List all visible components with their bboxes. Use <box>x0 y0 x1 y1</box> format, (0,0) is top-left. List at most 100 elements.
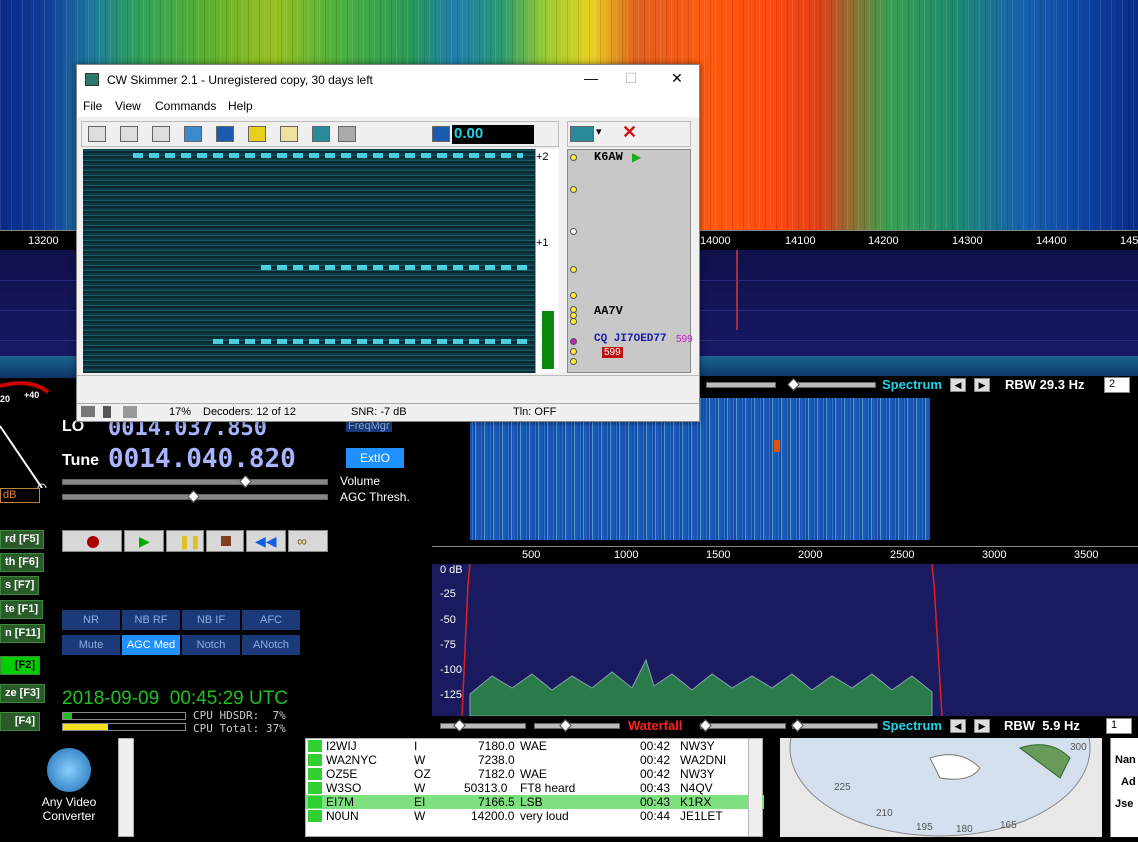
fkey-button[interactable]: [F4] <box>0 712 40 731</box>
fkey-button[interactable]: rd [F5] <box>0 530 45 549</box>
record-button[interactable] <box>62 530 122 552</box>
app-icon <box>85 73 99 86</box>
spot-dot[interactable] <box>570 228 577 235</box>
menu-commands[interactable]: Commands <box>155 99 216 113</box>
rbw-number[interactable]: 2 <box>1104 377 1130 393</box>
ruler-icon[interactable] <box>248 126 266 142</box>
menu-file[interactable]: File <box>83 99 102 113</box>
table-row[interactable]: N0UN W 14200.0 very loud 00:44 JE1LET <box>306 809 764 823</box>
arrow-right-icon[interactable]: ▶ <box>974 719 990 733</box>
tune-frequency[interactable]: 0014.040.820 <box>108 444 296 474</box>
stop-button[interactable] <box>206 530 244 552</box>
maximize-icon[interactable]: ☐ <box>617 70 645 90</box>
nr-button[interactable]: NR <box>62 610 120 630</box>
rbw-number[interactable]: 1 <box>1106 718 1132 734</box>
fkey-button[interactable]: ze [F3] <box>0 684 45 703</box>
spot-dot[interactable] <box>570 318 577 325</box>
spot-dot[interactable] <box>570 348 577 355</box>
fkey-button[interactable]: s [F7] <box>0 576 40 595</box>
callsign[interactable]: AA7V <box>594 304 623 318</box>
fkey-button[interactable]: n [F11] <box>0 624 46 643</box>
spot-dot[interactable] <box>570 154 577 161</box>
agc-med-button[interactable]: AGC Med <box>122 635 180 655</box>
slider[interactable] <box>791 719 878 732</box>
fkey-button[interactable]: te [F1] <box>0 600 43 619</box>
fkey-button[interactable]: th [F6] <box>0 553 44 572</box>
slider-knob[interactable] <box>453 719 466 732</box>
spot-dot[interactable] <box>570 266 577 273</box>
spot-dot[interactable] <box>570 292 577 299</box>
sort-icon[interactable] <box>432 126 450 142</box>
speaker-icon[interactable] <box>152 126 170 142</box>
title-bar[interactable]: CW Skimmer 2.1 - Unregistered copy, 30 d… <box>77 65 699 95</box>
slider[interactable] <box>440 719 526 732</box>
table-row[interactable]: I2WIJ I 7180.0 WAE 00:42 NW3Y <box>306 739 764 753</box>
tape-icon[interactable] <box>120 126 138 142</box>
notes-icon[interactable] <box>280 126 298 142</box>
spot-dot[interactable] <box>570 338 577 345</box>
table-row[interactable]: OZ5E OZ 7182.0 WAE 00:42 NW3Y <box>306 767 764 781</box>
fkey-button[interactable]: [F2] <box>0 656 40 675</box>
callsign-list[interactable]: K6AW ▶ AA7V CQ JI7OED77 599 599 <box>567 149 693 373</box>
volume-slider[interactable] <box>62 475 328 488</box>
marker-icon[interactable] <box>184 126 202 142</box>
nb-if-button[interactable]: NB IF <box>182 610 240 630</box>
db-box[interactable]: dB <box>0 488 40 503</box>
close-icon[interactable]: ✕ <box>663 70 691 90</box>
slider-knob[interactable] <box>187 490 200 503</box>
audio-spectrum[interactable]: 0 dB -25 -50 -75 -100 -125 <box>432 564 1138 716</box>
play-button[interactable]: ▶ <box>124 530 164 552</box>
slider[interactable] <box>706 382 776 388</box>
spot-dot[interactable] <box>570 186 577 193</box>
slider[interactable] <box>699 719 786 732</box>
nb-rf-button[interactable]: NB RF <box>122 610 180 630</box>
status-bar: 17% Decoders: 12 of 12 SNR: -7 dB Tln: O… <box>77 403 699 421</box>
slider[interactable] <box>534 719 620 732</box>
table-row[interactable]: WA2NYC W 7238.0 00:42 WA2DNI <box>306 753 764 767</box>
agc-slider[interactable] <box>62 490 328 503</box>
world-map[interactable]: 225 210 195 180 165 300 <box>780 659 1102 837</box>
window-icon[interactable] <box>312 126 330 142</box>
spot-dot[interactable] <box>570 358 577 365</box>
radio-icon[interactable] <box>88 126 106 142</box>
cw-waterfall[interactable] <box>83 149 535 373</box>
chevron-down-icon[interactable]: ▾ <box>596 125 602 138</box>
arrow-left-icon[interactable]: ◀ <box>950 378 966 392</box>
minimize-icon[interactable]: — <box>577 70 605 90</box>
table-row[interactable]: W3SO W 50313.0 FT8 heard 00:43 N4QV <box>306 781 764 795</box>
table-row-selected[interactable]: EI7M EI 7166.5 LSB 00:43 K1RX <box>306 795 764 809</box>
save-icon[interactable] <box>216 126 234 142</box>
extio-button[interactable]: ExtIO <box>346 448 404 468</box>
slider[interactable] <box>787 378 876 391</box>
slider-knob[interactable] <box>787 378 800 391</box>
afc-button[interactable]: AFC <box>242 610 300 630</box>
level-scale: +2 +1 <box>535 149 559 373</box>
list-mode-icon[interactable] <box>570 126 594 142</box>
arrow-left-icon[interactable]: ◀ <box>950 719 966 733</box>
table-scrollbar[interactable] <box>748 739 762 836</box>
audio-tick: 1000 <box>614 549 639 561</box>
callsign[interactable]: K6AW <box>594 150 623 164</box>
slider-knob[interactable] <box>699 719 712 732</box>
desktop-icon-any-video-converter[interactable]: Any Video Converter <box>36 748 102 828</box>
text-area[interactable] <box>77 375 699 403</box>
slider-knob[interactable] <box>791 719 804 732</box>
window2-icon[interactable] <box>338 126 356 142</box>
pause-button[interactable]: ❚❚ <box>166 530 204 552</box>
rbw-label: RBW 29.3 Hz <box>1005 377 1085 392</box>
mute-button[interactable]: Mute <box>62 635 120 655</box>
anotch-button[interactable]: ANotch <box>242 635 300 655</box>
slider-knob[interactable] <box>239 475 252 488</box>
notch-button[interactable]: Notch <box>182 635 240 655</box>
menu-view[interactable]: View <box>115 99 141 113</box>
slider-knob[interactable] <box>559 719 572 732</box>
cq-callsign[interactable]: CQ JI7OED77 <box>594 333 667 345</box>
cell-info: FT8 heard <box>520 781 576 795</box>
rewind-button[interactable]: ◀◀ <box>246 530 286 552</box>
audio-tick: 500 <box>522 549 541 561</box>
menu-help[interactable]: Help <box>228 99 253 113</box>
arrow-right-icon[interactable]: ▶ <box>974 378 990 392</box>
map-label: 165 <box>1000 820 1017 831</box>
clear-icon[interactable]: ✕ <box>622 122 637 143</box>
loop-button[interactable]: ∞ <box>288 530 328 552</box>
